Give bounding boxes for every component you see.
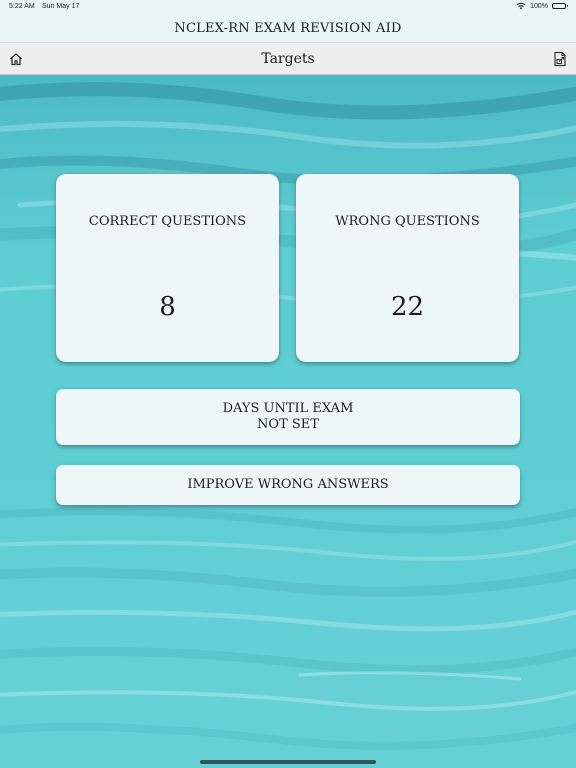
status-date: Sun May 17 (42, 3, 80, 10)
correct-questions-count: 8 (159, 292, 176, 322)
improve-wrong-answers-button[interactable]: IMPROVE WRONG ANSWERS (56, 465, 520, 505)
days-until-exam-label: DAYS UNTIL EXAM (222, 401, 354, 416)
nav-bar: Targets (0, 42, 576, 75)
wifi-icon (516, 2, 526, 10)
battery-icon (552, 3, 568, 9)
correct-questions-card[interactable]: CORRECT QUESTIONS 8 (56, 174, 279, 362)
battery-percent: 100% (530, 2, 548, 10)
export-button[interactable] (552, 51, 568, 67)
app-title: NCLEX-RN EXAM REVISION AID (174, 20, 402, 36)
wrong-questions-card[interactable]: WRONG QUESTIONS 22 (296, 174, 519, 362)
status-indicators: 100% (516, 2, 568, 10)
app-header: NCLEX-RN EXAM REVISION AID (0, 14, 576, 42)
days-until-exam-button[interactable]: DAYS UNTIL EXAM NOT SET (56, 389, 520, 445)
home-icon (10, 53, 22, 66)
status-bar: 5:22 AM Sun May 17 100% (0, 0, 576, 14)
export-icon (554, 51, 566, 67)
page-title: Targets (261, 50, 315, 67)
correct-questions-label: CORRECT QUESTIONS (88, 214, 247, 229)
home-indicator[interactable] (200, 760, 376, 764)
improve-wrong-answers-label: IMPROVE WRONG ANSWERS (187, 477, 389, 492)
status-time: 5:22 AM (9, 3, 35, 10)
wrong-questions-label: WRONG QUESTIONS (335, 214, 480, 229)
days-until-exam-value: NOT SET (257, 417, 319, 432)
home-button[interactable] (8, 51, 24, 67)
wrong-questions-count: 22 (390, 292, 425, 322)
